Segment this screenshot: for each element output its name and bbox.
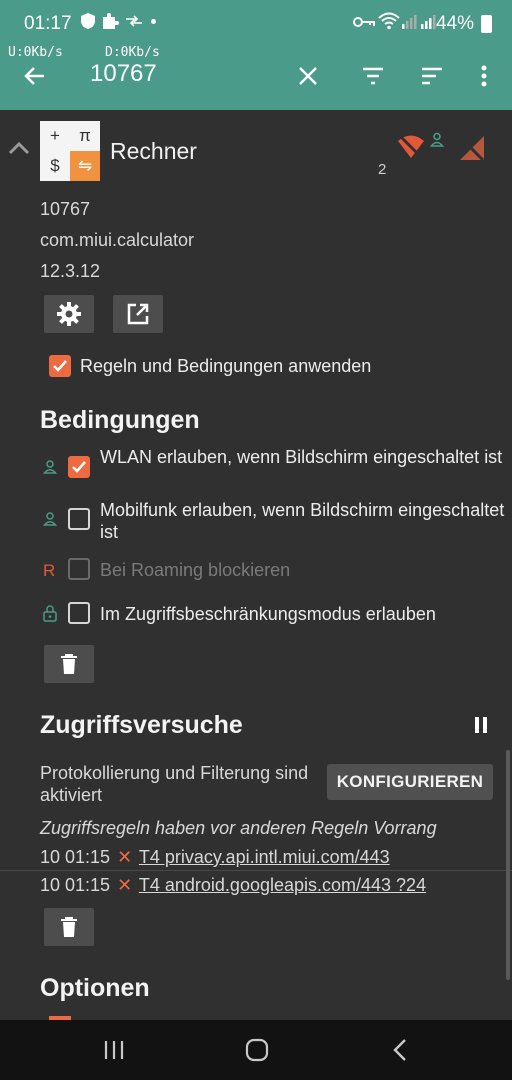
- app-details[interactable]: + π $ ⇋ Rechner 2 10767 com.miui.calcula…: [0, 110, 512, 1020]
- person-icon: [429, 132, 445, 153]
- recent-apps-button[interactable]: [94, 1034, 134, 1066]
- more-menu-button[interactable]: [464, 58, 504, 94]
- divider: [0, 870, 512, 871]
- access-heading: Zugriffsversuche: [40, 711, 243, 739]
- log-time: 10 01:15: [40, 847, 111, 867]
- status-time: 01:17: [24, 13, 72, 34]
- filter-button[interactable]: [353, 58, 393, 94]
- arrow-left-icon: [24, 67, 44, 85]
- checkmark-icon: [72, 461, 86, 473]
- sort-button[interactable]: [412, 58, 452, 94]
- wlan-screen-on-label[interactable]: WLAN erlauben, wenn Bildschirm eingescha…: [100, 446, 505, 468]
- log-address[interactable]: T4 android.googleapis.com/443 ?24: [139, 875, 426, 895]
- mobile-blocked-icon[interactable]: [458, 135, 486, 166]
- gear-icon: [57, 302, 81, 326]
- scrollbar[interactable]: [506, 750, 510, 980]
- mobile-screen-on-label[interactable]: Mobilfunk erlauben, wenn Bildschirm eing…: [100, 499, 505, 543]
- app-bar: 01:17 44% U:0Kb/s D:0Kb/s 10767: [0, 0, 512, 110]
- chevron-left-icon: [393, 1039, 406, 1061]
- person-icon: [42, 459, 58, 475]
- home-icon: [245, 1038, 269, 1062]
- clear-log-button[interactable]: [44, 908, 94, 946]
- block-roaming-label: Bei Roaming blockieren: [100, 560, 291, 580]
- blocked-icon: ✕: [117, 875, 133, 895]
- app-package: com.miui.calculator: [40, 230, 195, 250]
- log-row[interactable]: 10 01:15 ✕ T4 android.googleapis.com/443…: [40, 875, 426, 896]
- app-settings-button[interactable]: [44, 295, 94, 333]
- reset-conditions-button[interactable]: [44, 645, 94, 683]
- chevron-up-icon: [8, 141, 30, 155]
- plus-glyph: +: [40, 121, 70, 151]
- app-version: 12.3.12: [40, 261, 101, 281]
- open-external-icon: [127, 303, 149, 325]
- pause-button[interactable]: [472, 716, 492, 736]
- app-uid: 10767: [40, 199, 91, 219]
- block-roaming-checkbox: [68, 558, 90, 580]
- signal-icon: [401, 14, 417, 35]
- configure-button[interactable]: KONFIGURIEREN: [327, 764, 493, 800]
- conditions-heading: Bedingungen: [40, 406, 200, 434]
- apply-rules-checkbox[interactable]: [49, 355, 71, 377]
- battery-icon: [481, 15, 492, 33]
- mobile-screen-on-checkbox[interactable]: [68, 508, 90, 530]
- pause-icon: [475, 717, 487, 733]
- priority-note: Zugriffsregeln haben vor anderen Regeln …: [40, 818, 437, 838]
- filter-icon: [363, 67, 383, 85]
- puzzle-icon: [101, 12, 119, 35]
- exchange-glyph: ⇋: [70, 151, 100, 181]
- home-button[interactable]: [237, 1034, 277, 1066]
- log-row[interactable]: 10 01:15 ✕ T4 privacy.api.intl.miui.com/…: [40, 847, 390, 868]
- lockdown-allow-checkbox[interactable]: [68, 602, 90, 624]
- clear-button[interactable]: [288, 58, 328, 94]
- trash-icon: [61, 654, 77, 674]
- notification-dot-icon: [151, 19, 156, 24]
- wlan-screen-on-checkbox[interactable]: [68, 456, 90, 478]
- wifi-blocked-icon[interactable]: [396, 134, 426, 165]
- app-name: Rechner: [110, 138, 197, 164]
- dollar-glyph: $: [40, 151, 70, 181]
- wifi-icon: [378, 12, 400, 35]
- nav-back-button[interactable]: [380, 1034, 420, 1066]
- blocked-icon: ✕: [117, 847, 133, 867]
- log-address[interactable]: T4 privacy.api.intl.miui.com/443: [139, 847, 390, 867]
- signal-icon-2: [420, 14, 436, 35]
- roaming-icon: R: [43, 561, 56, 580]
- download-speed: D:0Kb/s: [105, 45, 160, 60]
- recents-icon: [104, 1041, 124, 1059]
- logging-status: Protokollierung und Filterung sind aktiv…: [40, 763, 309, 805]
- lock-icon: [42, 604, 58, 622]
- log-time: 10 01:15: [40, 875, 111, 895]
- launch-app-button[interactable]: [113, 295, 163, 333]
- app-icon: + π $ ⇋: [40, 121, 100, 181]
- status-bar: 01:17 44%: [0, 0, 512, 44]
- battery-level: 44%: [435, 13, 474, 34]
- pi-glyph: π: [70, 121, 100, 151]
- system-nav-bar: [0, 1020, 512, 1080]
- lockdown-allow-label[interactable]: Im Zugriffsbeschränkungsmodus erlauben: [100, 603, 505, 625]
- vpn-key-icon: [353, 15, 375, 34]
- apply-rules-label[interactable]: Regeln und Bedingungen anwenden: [80, 355, 485, 377]
- shield-icon: [80, 12, 96, 35]
- options-heading: Optionen: [40, 974, 150, 1002]
- trash-icon: [61, 917, 77, 937]
- back-button[interactable]: [15, 58, 55, 94]
- data-transfer-icon: [125, 13, 143, 34]
- more-vertical-icon: [481, 65, 487, 87]
- rule-count: 2: [378, 161, 387, 178]
- person-icon: [42, 511, 58, 527]
- close-icon: [299, 67, 317, 85]
- collapse-button[interactable]: [6, 138, 34, 162]
- appbar-title: 10767: [90, 60, 157, 87]
- sort-icon: [422, 67, 442, 85]
- checkmark-icon: [53, 360, 67, 372]
